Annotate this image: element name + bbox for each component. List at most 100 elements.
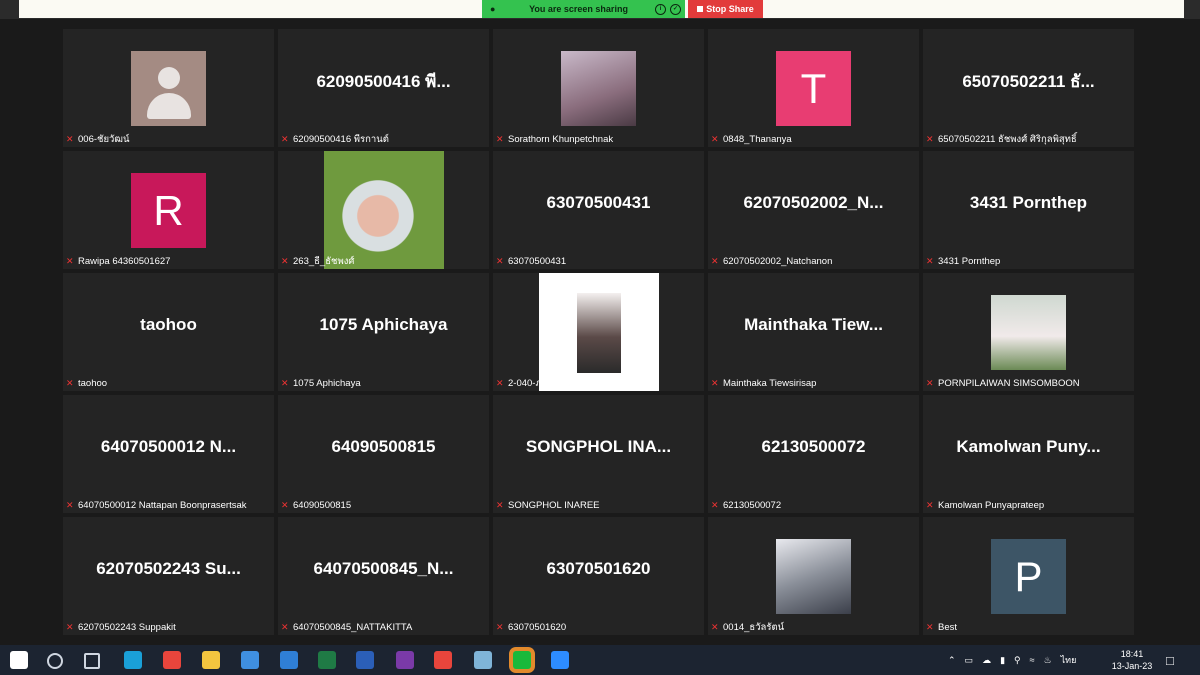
- notepad-icon[interactable]: [474, 651, 492, 669]
- participant-tile[interactable]: 62070502002_N... ✕ 62070502002_Natchanon: [708, 151, 919, 269]
- chrome-icon[interactable]: [163, 651, 181, 669]
- participant-name: Rawipa 64360501627: [78, 255, 171, 267]
- participant-name-label: ✕ 63070500431: [496, 255, 566, 267]
- search-icon[interactable]: [47, 653, 63, 669]
- participant-tile[interactable]: Kamolwan Puny... ✕ Kamolwan Punyaprateep: [923, 395, 1134, 513]
- participant-photo: [776, 539, 851, 614]
- participant-tile[interactable]: Mainthaka Tiew... ✕ Mainthaka Tiewsirisap: [708, 273, 919, 391]
- participant-tile[interactable]: ✕ 0014_ธวัลรัตน์: [708, 517, 919, 635]
- excel-icon[interactable]: [318, 651, 336, 669]
- muted-mic-icon: ✕: [66, 134, 74, 144]
- participant-display-name: 65070502211 ธั...: [962, 71, 1095, 91]
- participant-tile[interactable]: taohoo ✕ taohoo: [63, 273, 274, 391]
- muted-mic-icon: ✕: [66, 622, 74, 632]
- muted-mic-icon: ✕: [711, 622, 719, 632]
- participant-name: 2-040-ภรภัทร บารวงศ์วัฒนา: [508, 377, 626, 389]
- meeting-gallery: ✕ 006-ชัยวัฒน์ 62090500416 พี... ✕ 620905004…: [0, 19, 1200, 645]
- chrome-icon[interactable]: [434, 651, 452, 669]
- mail-icon[interactable]: [280, 651, 298, 669]
- task-view-icon[interactable]: [84, 653, 100, 669]
- participant-tile[interactable]: ✕ 2-040-ภรภัทร บารวงศ์วัฒนา: [493, 273, 704, 391]
- participant-name-label: ✕ 62070502002_Natchanon: [711, 255, 832, 267]
- participant-name-label: ✕ SONGPHOL INAREE: [496, 499, 600, 511]
- participant-name-label: ✕ 3431 Pornthep: [926, 255, 1000, 267]
- participant-tile[interactable]: 1075 Aphichaya ✕ 1075 Aphichaya: [278, 273, 489, 391]
- participant-name: 3431 Pornthep: [938, 255, 1001, 267]
- participant-name: 62070502002_Natchanon: [723, 255, 833, 267]
- participant-display-name: 64090500815: [331, 437, 436, 456]
- muted-mic-icon: ✕: [926, 134, 934, 144]
- participant-tile[interactable]: 64090500815 ✕ 64090500815: [278, 395, 489, 513]
- participant-grid: ✕ 006-ชัยวัฒน์ 62090500416 พี... ✕ 620905004…: [63, 29, 1134, 635]
- onenote-icon[interactable]: [396, 651, 414, 669]
- participant-display-name: 62130500072: [761, 437, 866, 456]
- muted-mic-icon: ✕: [281, 622, 289, 632]
- stop-icon: [697, 6, 704, 12]
- participant-display-name: 64070500845_N...: [313, 559, 454, 578]
- muted-mic-icon: ✕: [66, 378, 74, 388]
- participant-name: 64090500815: [293, 499, 352, 511]
- participant-tile[interactable]: ✕ 006-ชัยวัฒน์: [63, 29, 274, 147]
- screen-sharing-bar[interactable]: ● You are screen sharing i ✓: [482, 0, 685, 18]
- participant-display-name: 62070502243 Su...: [96, 559, 241, 578]
- participant-tile[interactable]: 63070501620 ✕ 63070501620: [493, 517, 704, 635]
- participant-name-label: ✕ 63070501620: [496, 621, 566, 633]
- clock-time: 18:41: [1120, 649, 1144, 659]
- participant-display-name: 3431 Pornthep: [969, 193, 1088, 212]
- notification-icon[interactable]: □: [1166, 645, 1174, 675]
- participant-tile[interactable]: 62130500072 ✕ 62130500072: [708, 395, 919, 513]
- participant-tile[interactable]: 62090500416 พี... ✕ 62090500416 พีรกานต์: [278, 29, 489, 147]
- line-icon[interactable]: [513, 651, 531, 669]
- participant-name: 63070501620: [508, 621, 567, 633]
- info-icon[interactable]: i: [655, 3, 666, 15]
- stop-share-button[interactable]: Stop Share: [688, 0, 763, 18]
- clock[interactable]: 18:41 13-Jan-23: [1108, 648, 1156, 672]
- participant-name-label: ✕ 64090500815: [281, 499, 351, 511]
- cloud-icon[interactable]: ☁: [982, 655, 991, 666]
- participant-tile[interactable]: 65070502211 ธั... ✕ 65070502211 ธัชพงศ์ ศิ…: [923, 29, 1134, 147]
- participant-tile[interactable]: P ✕ Best: [923, 517, 1134, 635]
- wifi-icon[interactable]: ≈: [1030, 655, 1035, 665]
- participant-tile[interactable]: 64070500845_N... ✕ 64070500845_NATTAKITTA: [278, 517, 489, 635]
- participant-tile[interactable]: ✕ Sorathorn Khunpetchnak: [493, 29, 704, 147]
- participant-name: 65070502211 ธัชพงศ์ ศิริกุลพิสุทธิ์: [938, 133, 1077, 145]
- participant-tile[interactable]: ✕ 263_ธี_ธัชพงศ์: [278, 151, 489, 269]
- share-icon: ●: [490, 4, 496, 14]
- participant-name-label: ✕ PORNPILAIWAN SIMSOMBOON: [926, 377, 1080, 389]
- muted-mic-icon: ✕: [496, 378, 504, 388]
- participant-tile[interactable]: 62070502243 Su... ✕ 62070502243 Suppakit: [63, 517, 274, 635]
- participant-name: Sorathorn Khunpetchnak: [508, 133, 614, 145]
- participant-tile[interactable]: SONGPHOL INA... ✕ SONGPHOL INAREE: [493, 395, 704, 513]
- battery-icon[interactable]: ▭: [965, 655, 974, 666]
- participant-display-name: 62090500416 พี...: [316, 71, 451, 91]
- participant-tile[interactable]: T ✕ 0848_Thananya: [708, 29, 919, 147]
- word-icon[interactable]: [356, 651, 374, 669]
- participant-tile[interactable]: ✕ PORNPILAIWAN SIMSOMBOON: [923, 273, 1134, 391]
- shield-icon[interactable]: ✓: [670, 3, 681, 15]
- participant-name: 62070502243 Suppakit: [78, 621, 176, 633]
- windows-icon[interactable]: [10, 651, 28, 669]
- sharing-status: You are screen sharing: [529, 4, 628, 14]
- participant-tile[interactable]: R ✕ Rawipa 64360501627: [63, 151, 274, 269]
- zoom-icon[interactable]: [551, 651, 569, 669]
- muted-mic-icon: ✕: [281, 256, 289, 266]
- microphone-icon[interactable]: ⚲: [1014, 655, 1021, 666]
- participant-tile[interactable]: 64070500012 N... ✕ 64070500012 Nattapan Bo…: [63, 395, 274, 513]
- muted-mic-icon: ✕: [926, 500, 934, 510]
- muted-mic-icon: ✕: [711, 256, 719, 266]
- chevron-up-icon[interactable]: ⌃: [948, 655, 956, 666]
- participant-name-label: ✕ 64070500012 Nattapan Boonprasertsak: [66, 499, 247, 511]
- muted-mic-icon: ✕: [496, 622, 504, 632]
- participant-name: Mainthaka Tiewsirisap: [723, 377, 817, 389]
- store-icon[interactable]: [241, 651, 259, 669]
- volume-icon[interactable]: ♨: [1044, 655, 1052, 666]
- participant-name-label: ✕ 65070502211 ธัชพงศ์ ศิริกุลพิสุทธิ์: [926, 133, 1077, 145]
- input-language[interactable]: ไทย: [1061, 653, 1077, 667]
- participant-display-name: 63070501620: [546, 559, 651, 578]
- participant-tile[interactable]: 3431 Pornthep ✕ 3431 Pornthep: [923, 151, 1134, 269]
- participant-display-name: 63070500431: [546, 193, 651, 212]
- edge-icon[interactable]: [124, 651, 142, 669]
- usb-icon[interactable]: ▮: [1000, 655, 1005, 666]
- participant-tile[interactable]: 63070500431 ✕ 63070500431: [493, 151, 704, 269]
- file-explorer-icon[interactable]: [202, 651, 220, 669]
